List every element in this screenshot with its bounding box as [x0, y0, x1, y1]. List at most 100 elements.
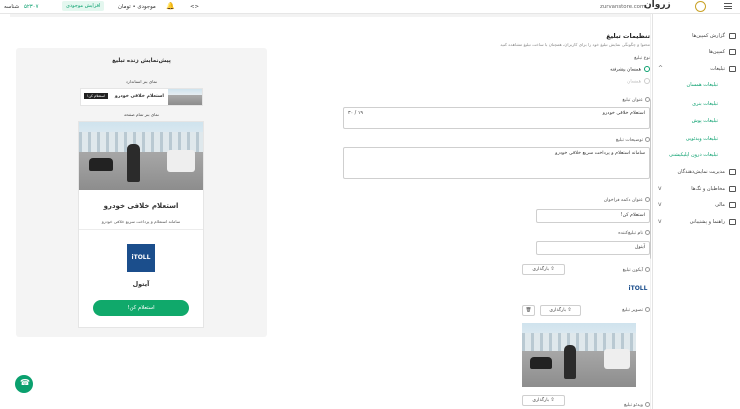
- headset-icon: [729, 219, 736, 225]
- sidebar-item-label: تبلیغات بنری: [692, 101, 718, 107]
- sidebar-item-finance[interactable]: مالی v: [652, 200, 740, 210]
- headset-icon: ☎: [20, 378, 30, 387]
- ad-video-label: ویدئو تبلیغ: [624, 402, 650, 408]
- field-label: آیکون تبلیغ: [622, 268, 643, 273]
- sidebar-item-support[interactable]: راهنما و پشتیبانی v: [652, 217, 740, 227]
- sidebar-item-campaigns[interactable]: کمپین‌ها: [652, 47, 740, 57]
- logo-text: زروان: [644, 0, 671, 10]
- advertiser-input[interactable]: آیتول: [536, 241, 650, 255]
- video-upload-button[interactable]: ⇧ بارگذاری: [522, 395, 565, 406]
- sidebar-item-reports[interactable]: گزارش کمپین‌ها: [652, 31, 740, 41]
- chevron-down-icon: v: [658, 201, 662, 208]
- sidebar-item-label: تبلیغات: [710, 66, 725, 72]
- chevron-up-icon: ^: [658, 65, 664, 72]
- field-label: توضیحات تبلیغ: [615, 138, 643, 143]
- sidebar-item-audiences[interactable]: مخاطبان و تگ‌ها v: [652, 184, 740, 194]
- support-chat-button[interactable]: ☎: [15, 375, 33, 393]
- sidebar-item-label: گزارش کمپین‌ها: [692, 33, 725, 39]
- standard-banner-label: نمای بنر استاندارد: [125, 79, 158, 84]
- ad-title-value: استعلام خلافی خودرو: [602, 111, 645, 116]
- sidebar-item-label: تبلیغات همسان: [686, 82, 718, 88]
- domain-text: zurvanstore.com: [600, 4, 646, 10]
- upload-icon: ⇧: [567, 307, 572, 313]
- sidebar-item-label: تبلیغات پوش: [691, 118, 718, 124]
- sidebar-item-label: مالی: [715, 202, 725, 208]
- info-icon: [645, 97, 650, 102]
- sidebar-item-label: تبلیغات درون اپلیکیشنی: [669, 152, 718, 158]
- sidebar-item-inapp-ads[interactable]: تبلیغات درون اپلیکیشنی: [652, 150, 740, 160]
- brand-name: آیتول: [132, 280, 150, 288]
- police-car-shape: [604, 349, 630, 369]
- menu-icon[interactable]: [724, 3, 732, 9]
- divider: [79, 229, 203, 230]
- ad-type-option-advanced[interactable]: همسان پیشرفته: [610, 66, 650, 73]
- ad-image-preview: [522, 323, 636, 387]
- banner-thumb: [168, 89, 202, 105]
- upload-icon: ⇧: [550, 266, 555, 272]
- sidebar-item-label: مدیریت نمایش‌دهندگان: [677, 169, 726, 175]
- ad-desc-value: سامانه استعلام و پرداخت سریع خلافی خودرو: [555, 151, 645, 156]
- field-label: تصویر تبلیغ: [622, 308, 643, 313]
- sidebar-item-banner-ads[interactable]: تبلیغات بنری: [652, 99, 740, 109]
- users-icon: [729, 186, 736, 192]
- sidebar-item-native-ads[interactable]: تبلیغات همسان: [652, 80, 740, 90]
- panel-top-divider: [10, 14, 650, 17]
- sidebar-item-ads[interactable]: تبلیغات ^: [652, 64, 740, 74]
- settings-title: تنظیمات تبلیغ: [606, 32, 650, 40]
- upload-label: بارگذاری: [549, 308, 566, 313]
- radio-unselected-icon: [644, 78, 650, 84]
- info-icon: [645, 402, 650, 407]
- ad-type-label: نوع تبلیغ: [634, 56, 650, 61]
- sidebar: گزارش کمپین‌ها کمپین‌ها تبلیغات ^ تبلیغات…: [652, 14, 740, 409]
- fullpage-banner-card[interactable]: استعلام خلافی خودرو سامانه استعلام و پرد…: [78, 121, 204, 328]
- info-icon: [645, 307, 650, 312]
- info-icon: [645, 137, 650, 142]
- icon-upload-button[interactable]: ⇧ بارگذاری: [522, 264, 565, 275]
- field-label: ویدئو تبلیغ: [623, 403, 643, 408]
- live-preview-panel: پیش‌نمایش زنده تبلیغ نمای بنر استاندارد …: [16, 48, 267, 337]
- image-upload-button[interactable]: ⇧ بارگذاری: [540, 305, 581, 316]
- banner-cta-button[interactable]: استعلام کن!: [84, 93, 109, 99]
- megaphone-icon: [729, 49, 736, 55]
- ad-icon-thumb: iTOLL: [626, 279, 650, 299]
- info-icon: [645, 230, 650, 235]
- standard-banner-card[interactable]: استعلام خلافی خودرو استعلام کن!: [80, 88, 203, 106]
- banner-title: استعلام خلافی خودرو: [114, 94, 164, 99]
- ad-desc-input[interactable]: سامانه استعلام و پرداخت سریع خلافی خودرو: [343, 147, 650, 179]
- brand-logo: iTOLL: [127, 244, 155, 272]
- code-icon[interactable]: <>: [190, 2, 199, 12]
- sidebar-item-publishers[interactable]: مدیریت نمایش‌دهندگان: [652, 167, 740, 177]
- sidebar-item-push-ads[interactable]: تبلیغات پوش: [652, 116, 740, 126]
- balance-text: موجودی • تومان: [118, 4, 156, 10]
- car-shape: [530, 357, 552, 369]
- chevron-down-icon: v: [658, 185, 662, 192]
- charge-button[interactable]: افزایش موجودی: [62, 1, 105, 11]
- field-label: عنوان تبلیغ: [622, 98, 643, 103]
- preview-title: پیش‌نمایش زنده تبلیغ: [112, 58, 171, 64]
- chart-icon: [729, 33, 736, 39]
- cta-input[interactable]: استعلام کن!: [536, 209, 650, 223]
- ad-image-label: تصویر تبلیغ: [622, 307, 650, 313]
- radio-label: همسان پیشرفته: [610, 67, 641, 73]
- ad-title-input[interactable]: استعلام خلافی خودرو ۱۹ / ۳۰: [343, 107, 650, 129]
- sidebar-item-label: مخاطبان و تگ‌ها: [691, 186, 725, 192]
- trash-icon: 🗑: [525, 308, 532, 313]
- monitor-icon: [729, 169, 736, 175]
- id-label: شناسه: [4, 4, 20, 10]
- cta-label: عنوان دکمه فراخوان: [604, 197, 650, 203]
- itoll-logo-text: iTOLL: [628, 285, 648, 292]
- bell-icon[interactable]: 🔔: [166, 1, 175, 11]
- fullpage-banner-label: نمای بنر تمام صفحه: [124, 112, 159, 117]
- info-icon: [645, 197, 650, 202]
- radio-selected-icon: [644, 66, 650, 72]
- ad-desc-label: توضیحات تبلیغ: [616, 137, 650, 143]
- sidebar-item-label: تبلیغات ویدئویی: [685, 136, 718, 142]
- ad-type-option-native[interactable]: همسان: [627, 78, 650, 85]
- info-icon: [645, 267, 650, 272]
- sidebar-item-video-ads[interactable]: تبلیغات ویدئویی: [652, 134, 740, 144]
- fullpage-cta-button[interactable]: استعلام کن!: [93, 300, 189, 316]
- delete-image-button[interactable]: 🗑: [522, 305, 535, 316]
- id-value: ۵۲۳۰۷: [24, 4, 39, 10]
- sidebar-item-label: کمپین‌ها: [708, 49, 725, 55]
- radio-label: همسان: [627, 79, 641, 85]
